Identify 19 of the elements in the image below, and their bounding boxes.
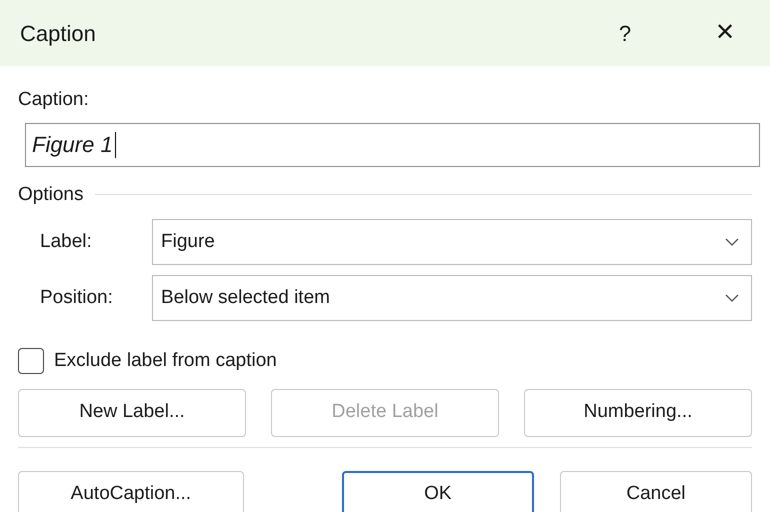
field-label: Label: — [40, 230, 93, 254]
window-title: Caption — [20, 20, 97, 48]
checkbox-label: Exclude label from caption — [54, 349, 277, 373]
dialog-button[interactable]: New Label... — [18, 388, 246, 436]
checkbox[interactable] — [18, 348, 44, 374]
chevron-down-icon — [725, 238, 739, 246]
chevron-down-icon — [725, 294, 739, 302]
help-button[interactable]: ? — [605, 16, 645, 50]
options-heading: Options — [18, 182, 84, 206]
dropdown[interactable]: Below selected item — [152, 275, 752, 321]
caption-field[interactable]: Figure 1 — [25, 122, 760, 166]
dropdown[interactable]: Figure — [152, 219, 752, 265]
field-label: Position: — [40, 286, 114, 310]
dialog-button[interactable]: AutoCaption... — [18, 470, 244, 512]
close-button[interactable]: ✕ — [705, 15, 745, 51]
dialog-button[interactable]: Cancel — [560, 470, 752, 512]
dialog-button[interactable]: OK — [342, 470, 534, 512]
caption-label: Caption: — [18, 88, 90, 112]
dialog-button[interactable]: Numbering... — [524, 388, 752, 436]
